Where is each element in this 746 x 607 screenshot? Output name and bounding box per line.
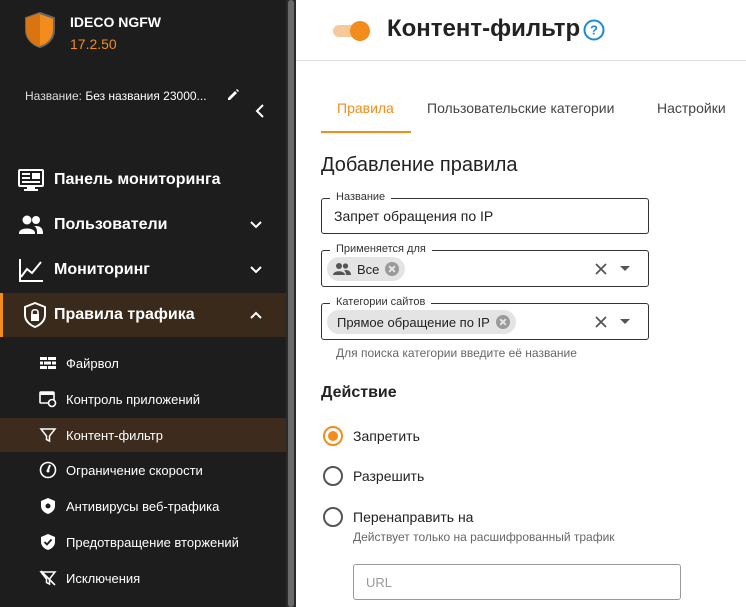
monitor-dashboard-icon — [18, 169, 44, 191]
config-name-label: Название: — [25, 89, 82, 103]
chip-remove-icon[interactable] — [385, 262, 400, 276]
name-field-value[interactable]: Запрет обращения по IP — [334, 208, 493, 224]
brand-version: 17.2.50 — [70, 36, 117, 52]
name-field[interactable]: Название Запрет обращения по IP — [321, 191, 649, 234]
nav-item-monitoring-panel[interactable]: Панель мониторинга — [0, 158, 286, 202]
brick-wall-icon — [40, 357, 56, 369]
main-content: Контент-фильтр ? Правила Пользовательски… — [296, 0, 746, 607]
nav-item-monitoring[interactable]: Мониторинг — [0, 248, 286, 292]
nav-item-label: Мониторинг — [54, 261, 150, 278]
subnav-item-label: Предотвращение вторжений — [66, 534, 239, 550]
svg-text:?: ? — [590, 23, 598, 38]
action-title: Действие — [321, 384, 397, 401]
chip-remove-icon[interactable] — [495, 315, 510, 329]
radio-redirect[interactable] — [323, 507, 343, 527]
categories-field-label: Категории сайтов — [330, 296, 432, 308]
categories-hint: Для поиска категории введите её название — [336, 346, 577, 360]
chevron-down-icon — [250, 266, 262, 274]
radio-deny[interactable] — [323, 426, 343, 446]
chevron-up-icon — [250, 311, 262, 319]
subnav-item-speed-limit[interactable]: Ограничение скорости — [0, 453, 286, 487]
page-header: Контент-фильтр ? — [296, 0, 746, 61]
applies-to-field-label: Применяется для — [330, 243, 432, 255]
config-name: Название: Без названия 23000... — [25, 89, 207, 103]
clear-icon[interactable] — [594, 262, 608, 276]
users-icon — [333, 263, 351, 275]
subnav-item-label: Контроль приложений — [66, 391, 201, 407]
subnav-item-intrusion-prevention[interactable]: Предотвращение вторжений — [0, 525, 286, 559]
config-name-value: Без названия 23000... — [85, 89, 207, 103]
dropdown-arrow-icon[interactable] — [619, 318, 631, 326]
radio-allow-label[interactable]: Разрешить — [353, 468, 424, 484]
nav-item-label: Пользователи — [54, 216, 168, 233]
nav-item-label: Правила трафика — [54, 306, 195, 323]
sidebar-scrollbar[interactable] — [286, 0, 296, 607]
shield-virus-icon — [41, 498, 55, 514]
nav-item-label: Панель мониторинга — [54, 171, 221, 188]
sidebar: IDECO NGFW 17.2.50 Название: Без названи… — [0, 0, 286, 607]
tab-settings[interactable]: Настройки — [657, 88, 726, 133]
subnav-item-label: Контент-фильтр — [66, 427, 163, 443]
redirect-url-input[interactable] — [353, 564, 681, 600]
subnav-item-content-filter[interactable]: Контент-фильтр — [0, 418, 286, 452]
brand-name: IDECO NGFW — [70, 14, 161, 30]
users-icon — [19, 215, 43, 234]
clear-icon[interactable] — [594, 315, 608, 329]
app-window-gear-icon — [39, 391, 57, 408]
module-enable-toggle[interactable] — [333, 20, 373, 41]
subnav-item-label: Файрвол — [66, 355, 119, 371]
category-chip[interactable]: Прямое обращение по IP — [327, 310, 516, 334]
subnav-item-firewall[interactable]: Файрвол — [0, 346, 286, 380]
collapse-sidebar-chevron-icon[interactable] — [253, 102, 267, 120]
toggle-knob — [350, 21, 370, 41]
shield-lock-icon — [24, 302, 46, 328]
subnav-item-web-antivirus[interactable]: Антивирусы веб-трафика — [0, 489, 286, 523]
form-title: Добавление правила — [321, 154, 518, 176]
applies-chip-label: Все — [357, 261, 380, 277]
subnav-item-label: Исключения — [66, 570, 141, 586]
line-chart-icon — [19, 259, 43, 282]
chevron-down-icon — [250, 221, 262, 229]
nav-item-users[interactable]: Пользователи — [0, 203, 286, 247]
dropdown-arrow-icon[interactable] — [619, 265, 631, 273]
filter-icon — [39, 428, 57, 443]
brand: IDECO NGFW 17.2.50 — [24, 12, 161, 52]
subnav-item-label: Ограничение скорости — [66, 462, 203, 478]
help-icon[interactable]: ? — [583, 19, 605, 41]
radio-deny-label[interactable]: Запретить — [353, 428, 420, 444]
filter-off-icon — [39, 570, 57, 586]
page-title: Контент-фильтр — [387, 15, 581, 42]
speedometer-icon — [39, 461, 57, 479]
subnav-item-app-control[interactable]: Контроль приложений — [0, 382, 286, 416]
tab-custom-categories[interactable]: Пользовательские категории — [427, 88, 614, 133]
pencil-icon[interactable] — [226, 88, 240, 102]
shield-check-icon — [41, 534, 55, 550]
redirect-hint: Действует только на расшифрованный трафи… — [353, 530, 615, 544]
tab-rules[interactable]: Правила — [321, 88, 411, 133]
scrollbar-thumb[interactable] — [288, 0, 294, 607]
categories-field[interactable]: Категории сайтов Прямое обращение по IP — [321, 296, 649, 340]
nav-item-traffic-rules[interactable]: Правила трафика — [0, 293, 286, 337]
category-chip-label: Прямое обращение по IP — [337, 314, 490, 330]
radio-allow[interactable] — [323, 466, 343, 486]
applies-chip[interactable]: Все — [327, 257, 406, 281]
applies-to-field[interactable]: Применяется для Все — [321, 243, 649, 287]
shield-logo-icon — [25, 12, 55, 48]
subnav-item-exceptions[interactable]: Исключения — [0, 561, 286, 595]
subnav-item-label: Антивирусы веб-трафика — [66, 498, 220, 514]
name-field-label: Название — [330, 191, 392, 203]
radio-redirect-label[interactable]: Перенаправить на — [353, 509, 473, 525]
